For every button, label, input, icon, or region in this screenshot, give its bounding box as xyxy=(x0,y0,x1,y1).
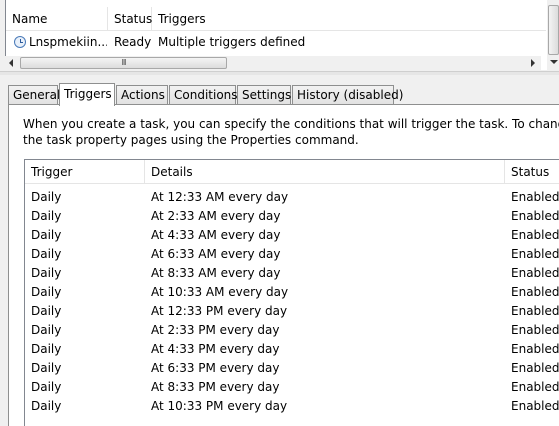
scroll-right-arrow-icon[interactable] xyxy=(531,59,535,67)
trigger-status: Enabled xyxy=(511,323,559,337)
clock-icon xyxy=(14,36,26,48)
trigger-type: Daily xyxy=(31,247,62,261)
vertical-scroll-thumb[interactable] xyxy=(548,5,559,55)
table-row[interactable]: Daily At 4:33 AM every day Enabled xyxy=(25,226,559,245)
trigger-details: At 10:33 AM every day xyxy=(151,285,289,299)
trigger-type: Daily xyxy=(31,228,62,242)
triggers-description: When you create a task, you can specify … xyxy=(23,116,559,148)
column-header-status[interactable]: Status xyxy=(108,7,152,31)
trigger-type: Daily xyxy=(31,209,62,223)
trigger-type: Daily xyxy=(31,342,62,356)
trigger-type: Daily xyxy=(31,285,62,299)
column-header-triggers[interactable]: Triggers xyxy=(152,7,542,31)
tab-conditions[interactable]: Conditions xyxy=(169,85,238,105)
trigger-details: At 2:33 AM every day xyxy=(151,209,281,223)
column-header-trigger[interactable]: Trigger xyxy=(25,160,145,184)
table-row[interactable]: Daily At 8:33 PM every day Enabled xyxy=(25,378,559,397)
trigger-type: Daily xyxy=(31,266,62,280)
trigger-status: Enabled xyxy=(511,209,559,223)
tab-actions[interactable]: Actions xyxy=(116,85,168,105)
table-row[interactable]: Daily At 6:33 AM every day Enabled xyxy=(25,245,559,264)
tab-general[interactable]: General xyxy=(8,85,60,105)
trigger-type: Daily xyxy=(31,361,62,375)
trigger-status: Enabled xyxy=(511,342,559,356)
description-line-2: the task property pages using the Proper… xyxy=(23,133,359,147)
trigger-details: At 8:33 PM every day xyxy=(151,380,280,394)
trigger-type: Daily xyxy=(31,304,62,318)
column-header-details[interactable]: Details xyxy=(145,160,505,184)
table-row[interactable]: Daily At 2:33 PM every day Enabled xyxy=(25,321,559,340)
triggers-table[interactable]: Trigger Details Status Daily At 12:33 AM… xyxy=(24,159,559,426)
trigger-details: At 4:33 AM every day xyxy=(151,228,281,242)
trigger-details: At 12:33 AM every day xyxy=(151,190,289,204)
horizontal-scrollbar[interactable]: III xyxy=(5,56,541,70)
trigger-status: Enabled xyxy=(511,380,559,394)
description-line-1: When you create a task, you can specify … xyxy=(23,117,559,131)
trigger-status: Enabled xyxy=(511,228,559,242)
vertical-scrollbar[interactable] xyxy=(547,0,559,70)
triggers-table-header: Trigger Details Status xyxy=(25,160,559,184)
table-row[interactable]: Daily At 8:33 AM every day Enabled xyxy=(25,264,559,283)
trigger-status: Enabled xyxy=(511,285,559,299)
trigger-details: At 6:33 PM every day xyxy=(151,361,280,375)
column-header-name[interactable]: Name xyxy=(6,7,108,31)
task-list-header: Name Status Triggers xyxy=(6,7,546,31)
table-row[interactable]: Daily At 10:33 AM every day Enabled xyxy=(25,283,559,302)
table-row[interactable]: Daily At 10:33 PM every day Enabled xyxy=(25,397,559,416)
table-row[interactable]: Daily At 6:33 PM every day Enabled xyxy=(25,359,559,378)
table-row[interactable]: Daily At 12:33 PM every day Enabled xyxy=(25,302,559,321)
trigger-status: Enabled xyxy=(511,399,559,413)
trigger-type: Daily xyxy=(31,399,62,413)
trigger-details: At 6:33 AM every day xyxy=(151,247,281,261)
trigger-details: At 10:33 PM every day xyxy=(151,399,288,413)
table-row[interactable]: Daily At 2:33 AM every day Enabled xyxy=(25,207,559,226)
trigger-type: Daily xyxy=(31,190,62,204)
trigger-status: Enabled xyxy=(511,361,559,375)
trigger-details: At 2:33 PM every day xyxy=(151,323,280,337)
tab-triggers[interactable]: Triggers xyxy=(59,83,115,106)
pane-splitter[interactable] xyxy=(0,71,559,75)
tab-history[interactable]: History (disabled) xyxy=(292,85,403,105)
task-name: Lnspmekiin... xyxy=(29,35,107,49)
trigger-details: At 4:33 PM every day xyxy=(151,342,280,356)
trigger-status: Enabled xyxy=(511,247,559,261)
scroll-left-arrow-icon[interactable] xyxy=(9,59,13,67)
trigger-status: Enabled xyxy=(511,304,559,318)
trigger-details: At 12:33 PM every day xyxy=(151,304,288,318)
trigger-type: Daily xyxy=(31,323,62,337)
horizontal-scroll-thumb[interactable]: III xyxy=(20,57,227,69)
column-header-status[interactable]: Status xyxy=(505,160,559,184)
trigger-status: Enabled xyxy=(511,190,559,204)
scroll-down-arrow-icon[interactable] xyxy=(550,60,558,64)
task-triggers: Multiple triggers defined xyxy=(158,35,306,49)
table-row[interactable]: Daily At 4:33 PM every day Enabled xyxy=(25,340,559,359)
trigger-status: Enabled xyxy=(511,266,559,280)
trigger-details: At 8:33 AM every day xyxy=(151,266,281,280)
task-row[interactable]: Lnspmekiin... Ready Multiple triggers de… xyxy=(6,31,546,53)
trigger-type: Daily xyxy=(31,380,62,394)
triggers-panel: When you create a task, you can specify … xyxy=(8,104,559,426)
task-status: Ready xyxy=(114,35,152,49)
table-row[interactable]: Daily At 12:33 AM every day Enabled xyxy=(25,188,559,207)
tab-settings[interactable]: Settings xyxy=(237,85,291,105)
